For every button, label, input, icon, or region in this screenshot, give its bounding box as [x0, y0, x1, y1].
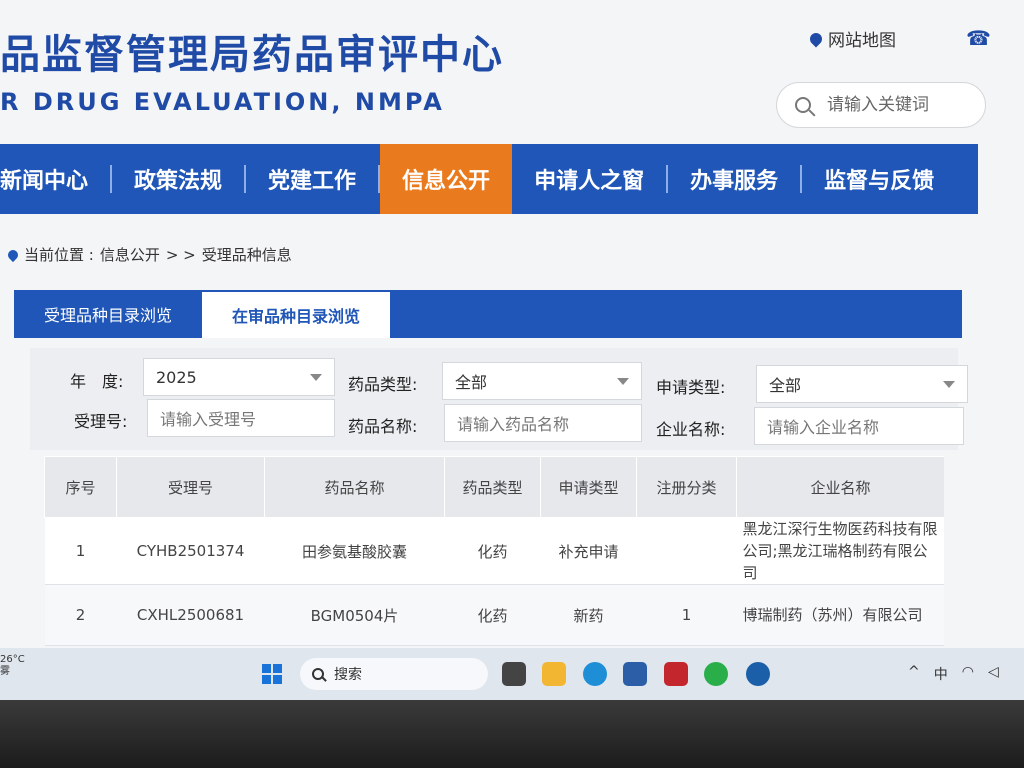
cell-drug-name: 田参氨基酸胶囊 — [264, 517, 445, 585]
file-explorer-icon[interactable] — [542, 662, 566, 686]
chevron-up-icon[interactable]: ^ — [908, 664, 920, 684]
sitemap-label: 网站地图 — [828, 31, 896, 51]
task-view-icon[interactable] — [502, 662, 526, 686]
header-drug-name: 药品名称 — [264, 456, 445, 518]
mcafee-icon[interactable] — [664, 662, 688, 686]
chevron-down-icon — [310, 374, 322, 381]
cell-accept-no: CXHL2500681 — [116, 584, 265, 646]
chevron-down-icon — [617, 378, 629, 385]
taskbar-search[interactable]: 搜索 — [300, 658, 488, 690]
drug-type-select[interactable]: 全部 — [442, 362, 642, 400]
cell-drug-type: 化药 — [444, 584, 541, 646]
cell-apply-type: 补充申请 — [540, 517, 637, 585]
system-tray: ^ 中 ◠ ◁ — [908, 664, 999, 684]
cell-company: 黑龙江深行生物医药科技有限公司;黑龙江瑞格制药有限公司 — [736, 517, 944, 585]
nav-item-policy[interactable]: 政策法规 — [112, 144, 244, 214]
taskbar-search-label: 搜索 — [334, 667, 362, 683]
nav-item-services[interactable]: 办事服务 — [668, 144, 800, 214]
year-select[interactable]: 2025 — [143, 358, 335, 396]
header-apply-type: 申请类型 — [540, 456, 637, 518]
drug-name-label: 药品名称: — [348, 417, 418, 436]
site-search[interactable] — [776, 82, 986, 128]
chevron-down-icon — [943, 381, 955, 388]
breadcrumb-current: 受理品种信息 — [201, 246, 292, 264]
nav-item-news[interactable]: 新闻中心 — [0, 144, 110, 214]
cell-index: 2 — [44, 584, 117, 646]
tab-in-review-catalog[interactable]: 在审品种目录浏览 — [202, 292, 391, 338]
cell-accept-no: CYHB2501374 — [116, 517, 265, 585]
nav-item-applicant[interactable]: 申请人之窗 — [512, 144, 666, 214]
table-row[interactable]: 2 CXHL2500681 BGM0504片 化药 新药 1 博瑞制药（苏州）有… — [44, 584, 944, 646]
nav-item-info-public[interactable]: 信息公开 — [380, 144, 513, 214]
header-company: 企业名称 — [736, 456, 944, 518]
cell-drug-name: BGM0504片 — [264, 584, 445, 646]
speaker-icon[interactable]: ◁ — [988, 664, 999, 684]
apply-type-select[interactable]: 全部 — [756, 365, 968, 403]
cell-index: 1 — [44, 517, 117, 585]
weather-text: 雾 — [0, 666, 10, 677]
dell-icon[interactable] — [746, 662, 770, 686]
results-table-container: 序号 受理号 药品名称 药品类型 申请类型 注册分类 企业名称 1 CYHB25… — [44, 456, 944, 676]
wechat-icon[interactable] — [704, 662, 728, 686]
edge-browser-icon[interactable] — [583, 662, 607, 686]
phone-icon[interactable]: ☎ — [966, 26, 991, 50]
year-label: 年 度: — [70, 372, 124, 391]
browser-page: 品监督管理局药品审评中心 R DRUG EVALUATION, NMPA 网站地… — [0, 0, 1024, 700]
apply-type-label: 申请类型: — [656, 378, 726, 397]
filter-panel: 年 度: 2025 药品类型: 全部 申请类型: 全部 受理号: 请输入受理号 … — [30, 348, 968, 450]
year-value: 2025 — [156, 367, 197, 387]
header-reg-class: 注册分类 — [636, 456, 737, 518]
company-input[interactable]: 请输入企业名称 — [754, 407, 964, 445]
accept-no-input[interactable]: 请输入受理号 — [147, 399, 335, 437]
site-title: 品监督管理局药品审评中心 — [0, 32, 504, 78]
search-input[interactable] — [825, 94, 969, 116]
table-header-row: 序号 受理号 药品名称 药品类型 申请类型 注册分类 企业名称 — [44, 456, 944, 518]
breadcrumb-section[interactable]: 信息公开 — [100, 244, 160, 265]
cell-apply-type: 新药 — [540, 584, 637, 646]
tab-bar: 受理品种目录浏览 在审品种目录浏览 — [14, 290, 962, 338]
search-icon — [312, 668, 324, 680]
windows-taskbar: 26°C 雾 搜索 ^ 中 ◠ ◁ — [0, 648, 1024, 700]
store-icon[interactable] — [623, 662, 647, 686]
drug-type-value: 全部 — [455, 373, 488, 392]
sitemap-link[interactable]: 网站地图 — [807, 26, 896, 51]
header-drug-type: 药品类型 — [444, 456, 541, 518]
wifi-icon[interactable]: ◠ — [962, 664, 974, 684]
search-icon[interactable] — [795, 97, 811, 113]
drug-name-input[interactable]: 请输入药品名称 — [444, 404, 642, 442]
ime-indicator[interactable]: 中 — [934, 664, 948, 684]
site-subtitle: R DRUG EVALUATION, NMPA — [0, 88, 445, 116]
weather-widget[interactable]: 26°C 雾 — [0, 654, 25, 678]
breadcrumb: 当前位置 : 信息公开 > > 受理品种信息 — [5, 244, 292, 265]
header-accept-no: 受理号 — [116, 456, 265, 518]
apply-type-value: 全部 — [769, 376, 802, 395]
cell-reg-class: 1 — [636, 584, 737, 646]
breadcrumb-separator: > > — [165, 245, 196, 264]
accept-no-label: 受理号: — [74, 412, 128, 431]
cell-drug-type: 化药 — [444, 517, 541, 585]
monitor-bezel — [0, 700, 1024, 768]
main-nav: 新闻中心 政策法规 党建工作 信息公开 申请人之窗 办事服务 监督与反馈 — [0, 144, 978, 214]
nav-item-party[interactable]: 党建工作 — [246, 144, 378, 214]
cell-reg-class — [636, 517, 737, 585]
temperature: 26°C — [0, 654, 25, 665]
results-table: 序号 受理号 药品名称 药品类型 申请类型 注册分类 企业名称 1 CYHB25… — [44, 456, 944, 646]
cell-company: 博瑞制药（苏州）有限公司 — [736, 584, 944, 646]
tab-accepted-catalog[interactable]: 受理品种目录浏览 — [14, 290, 202, 338]
drug-type-label: 药品类型: — [348, 375, 418, 394]
location-pin-icon — [807, 30, 825, 47]
nav-item-feedback[interactable]: 监督与反馈 — [802, 144, 934, 214]
location-pin-icon — [5, 247, 21, 262]
company-label: 企业名称: — [656, 420, 726, 439]
windows-start-icon[interactable] — [262, 664, 282, 684]
table-row[interactable]: 1 CYHB2501374 田参氨基酸胶囊 化药 补充申请 黑龙江深行生物医药科… — [44, 517, 944, 585]
header-index: 序号 — [44, 456, 117, 518]
breadcrumb-prefix: 当前位置 : — [24, 246, 94, 264]
